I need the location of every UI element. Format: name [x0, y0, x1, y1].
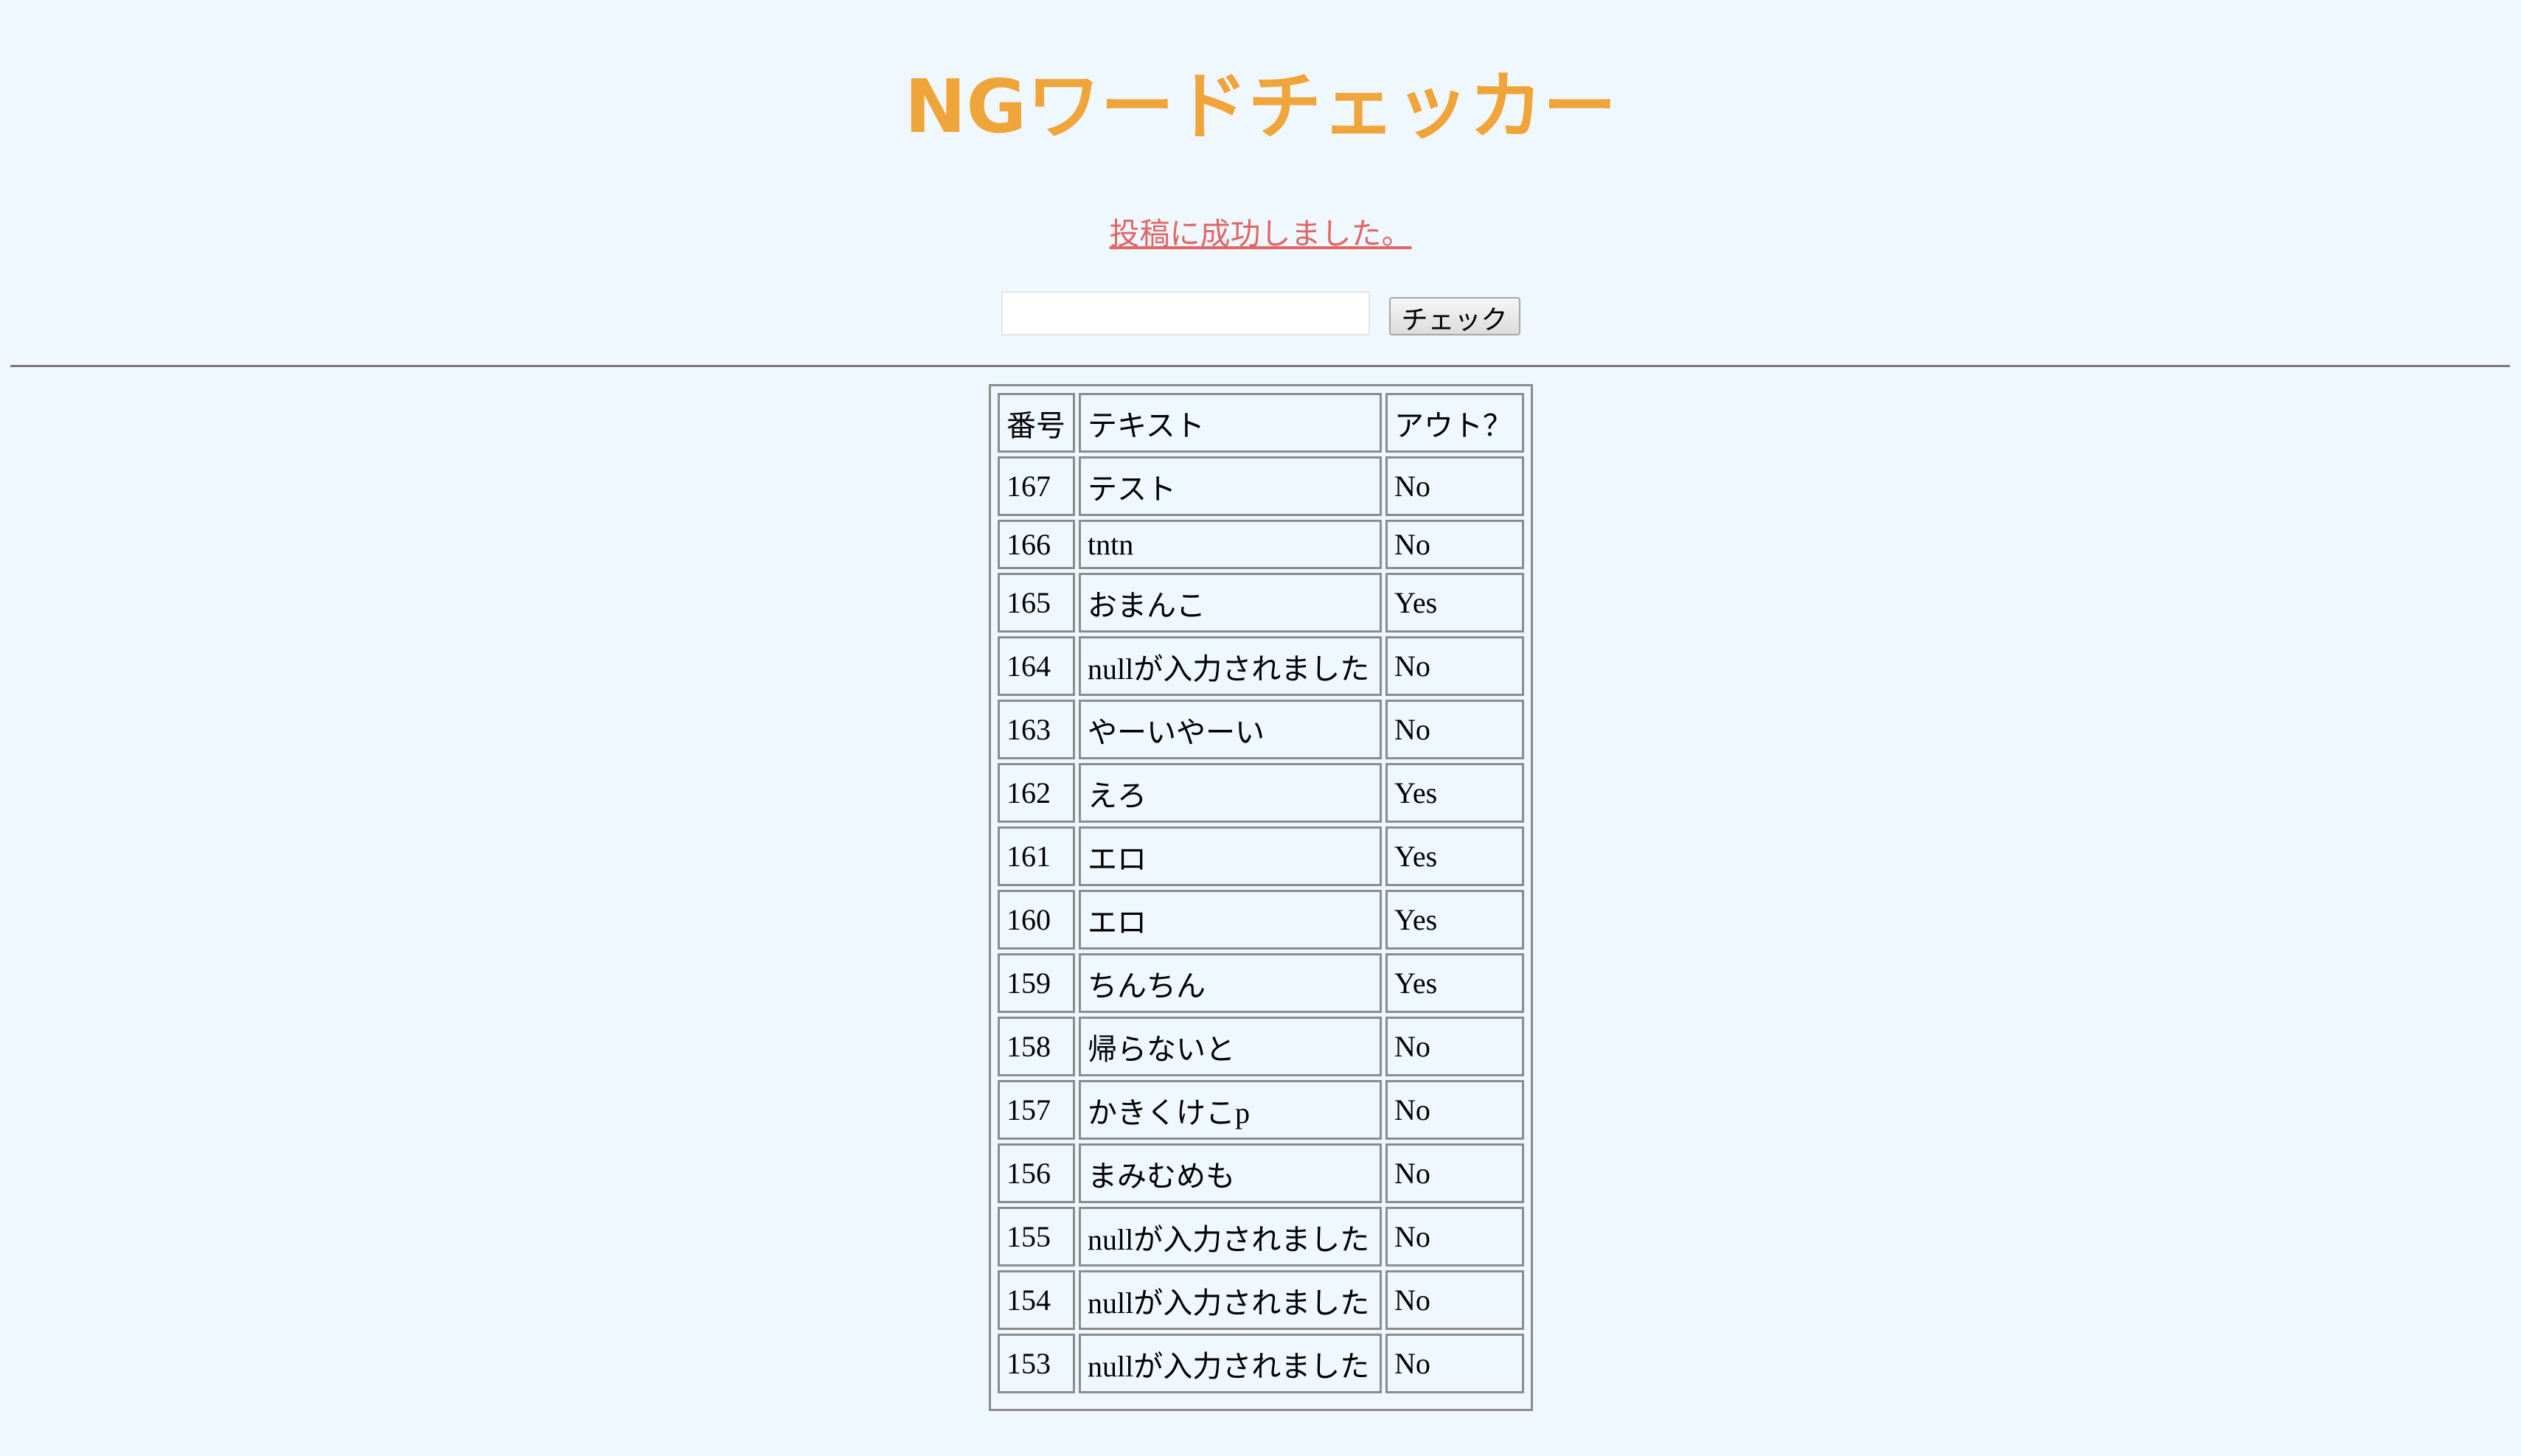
cell-number: 158	[998, 1017, 1075, 1076]
status-message-link[interactable]: 投稿に成功しました。	[0, 211, 2521, 257]
cell-out: No	[1385, 520, 1524, 569]
cell-out: No	[1385, 636, 1524, 696]
table-row: 161 エロ Yes	[998, 826, 1524, 886]
cell-out: No	[1385, 1207, 1524, 1267]
cell-out: Yes	[1385, 826, 1524, 886]
cell-text: かきくけこp	[1079, 1080, 1382, 1140]
table-row: 156 まみむめも No	[998, 1143, 1524, 1203]
column-header-out: アウト？	[1385, 393, 1524, 453]
cell-text: テスト	[1079, 456, 1382, 516]
cell-number: 155	[998, 1207, 1075, 1267]
cell-out: Yes	[1385, 890, 1524, 950]
check-button[interactable]: チェック	[1388, 297, 1520, 335]
cell-text: nullが入力されました	[1079, 1207, 1382, 1267]
cell-text: 帰らないと	[1079, 1017, 1382, 1076]
table-row: 160 エロ Yes	[998, 890, 1524, 950]
cell-out: No	[1385, 1080, 1524, 1140]
cell-number: 161	[998, 826, 1075, 886]
cell-number: 156	[998, 1143, 1075, 1203]
cell-out: No	[1385, 456, 1524, 516]
text-input[interactable]	[1001, 291, 1370, 335]
table-row: 165 おまんこ Yes	[998, 573, 1524, 633]
cell-number: 153	[998, 1334, 1075, 1393]
cell-number: 162	[998, 763, 1075, 823]
table-row: 158 帰らないと No	[998, 1017, 1524, 1076]
table-row: 162 えろ Yes	[998, 763, 1524, 823]
cell-text: nullが入力されました	[1079, 636, 1382, 696]
table-row: 155 nullが入力されました No	[998, 1207, 1524, 1267]
table-row: 153 nullが入力されました No	[998, 1334, 1524, 1393]
cell-text: えろ	[1079, 763, 1382, 823]
cell-text: やーいやーい	[1079, 700, 1382, 759]
check-form: チェック	[0, 288, 2521, 339]
column-header-number: 番号	[998, 393, 1075, 453]
cell-text: nullが入力されました	[1079, 1334, 1382, 1393]
cell-out: No	[1385, 700, 1524, 759]
cell-text: エロ	[1079, 890, 1382, 950]
cell-text: まみむめも	[1079, 1143, 1382, 1203]
table-row: 164 nullが入力されました No	[998, 636, 1524, 696]
table-row: 157 かきくけこp No	[998, 1080, 1524, 1140]
cell-number: 167	[998, 456, 1075, 516]
cell-number: 157	[998, 1080, 1075, 1140]
table-row: 159 ちんちん Yes	[998, 953, 1524, 1013]
cell-out: No	[1385, 1270, 1524, 1330]
cell-out: No	[1385, 1334, 1524, 1393]
cell-text: おまんこ	[1079, 573, 1382, 633]
cell-out: No	[1385, 1143, 1524, 1203]
table-row: 166 tntn No	[998, 520, 1524, 569]
table-row: 163 やーいやーい No	[998, 700, 1524, 759]
cell-text: エロ	[1079, 826, 1382, 886]
cell-number: 154	[998, 1270, 1075, 1330]
cell-number: 164	[998, 636, 1075, 696]
posts-table: 番号 テキスト アウト？ 167 テスト No 166 tntn No 165 おまんこ Yes…	[989, 384, 1533, 1411]
cell-out: No	[1385, 1017, 1524, 1076]
cell-text: nullが入力されました	[1079, 1270, 1382, 1330]
cell-number: 163	[998, 700, 1075, 759]
page-title: NGワードチェッカー	[904, 63, 1617, 150]
cell-number: 159	[998, 953, 1075, 1013]
divider	[10, 365, 2510, 367]
cell-number: 166	[998, 520, 1075, 569]
table-row: 167 テスト No	[998, 456, 1524, 516]
cell-out: Yes	[1385, 763, 1524, 823]
table-row: 154 nullが入力されました No	[998, 1270, 1524, 1330]
table-header-row: 番号 テキスト アウト？	[998, 393, 1524, 453]
cell-number: 160	[998, 890, 1075, 950]
cell-out: Yes	[1385, 953, 1524, 1013]
cell-out: Yes	[1385, 573, 1524, 633]
cell-text: tntn	[1079, 520, 1382, 569]
cell-text: ちんちん	[1079, 953, 1382, 1013]
cell-number: 165	[998, 573, 1075, 633]
column-header-text: テキスト	[1079, 393, 1382, 453]
posts-table-grid: 番号 テキスト アウト？ 167 テスト No 166 tntn No 165 おまんこ Yes…	[994, 389, 1528, 1397]
